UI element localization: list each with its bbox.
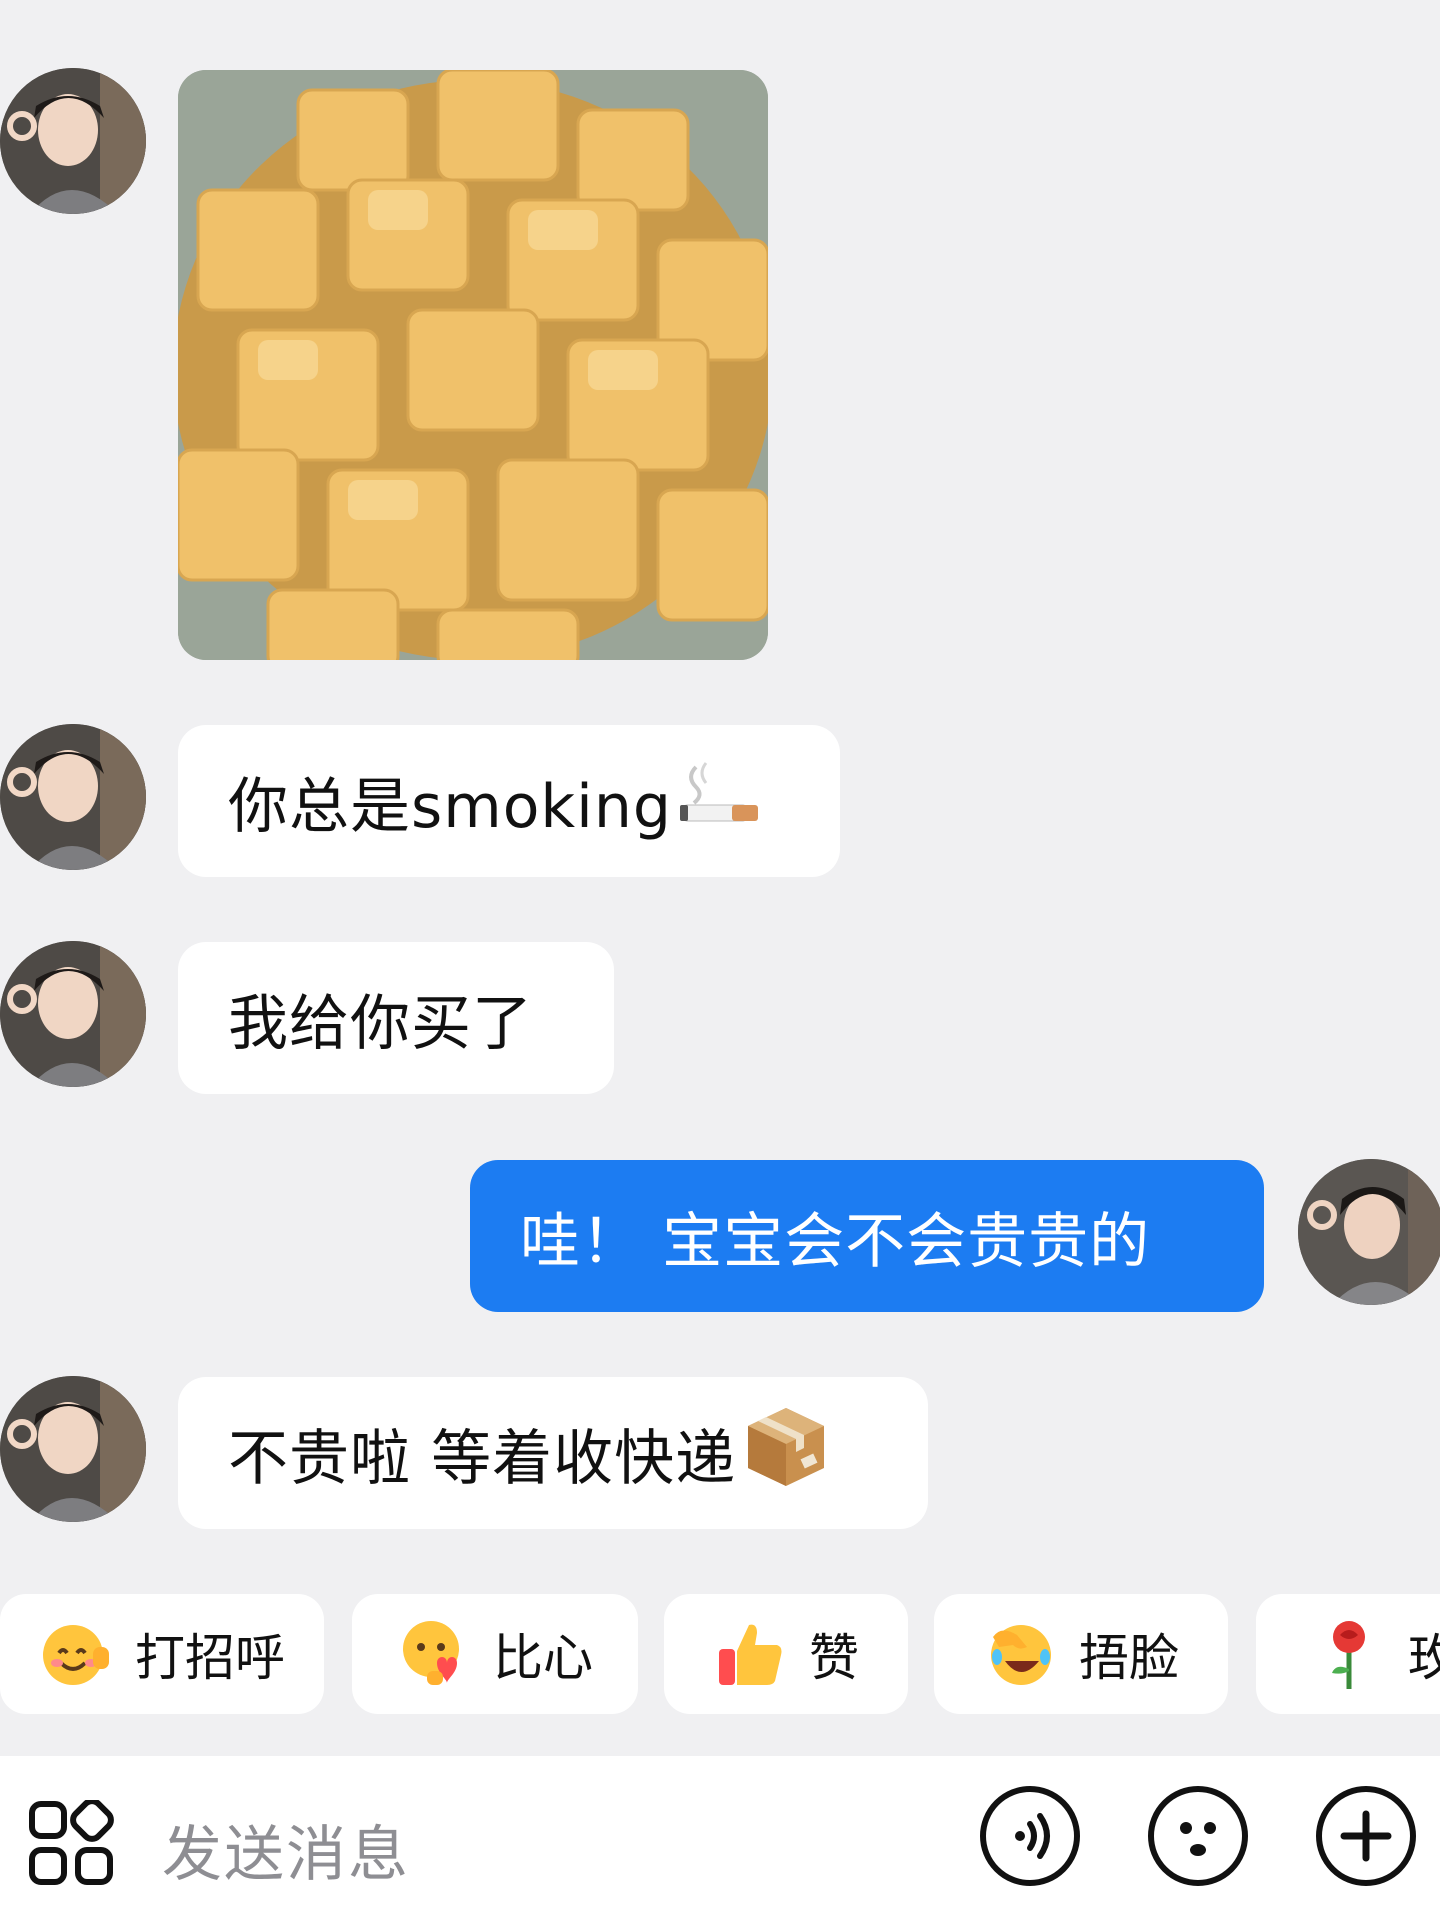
contact-avatar[interactable] [0, 724, 146, 870]
apps-grid-icon[interactable] [28, 1798, 116, 1888]
rose-icon [1312, 1617, 1386, 1691]
plus-icon[interactable] [1316, 1786, 1416, 1886]
contact-avatar[interactable] [0, 941, 146, 1087]
quick-reply-label: 比心 [493, 1629, 593, 1687]
message-text: 哇！ 宝宝会不会贵贵的 [520, 1206, 1151, 1277]
my-message-bubble[interactable]: 哇！ 宝宝会不会贵贵的 [470, 1160, 1264, 1312]
message-bubble[interactable]: 不贵啦 等着收快递 [178, 1377, 928, 1529]
message-bubble[interactable]: 我给你买了 [178, 942, 614, 1094]
quick-reply-bar: 打招呼 比心 赞 捂脸 玫 [0, 1594, 1440, 1714]
contact-avatar[interactable] [0, 1376, 146, 1522]
heart-hands-face-icon [397, 1617, 471, 1691]
quick-reply-label: 捂脸 [1079, 1629, 1179, 1687]
message-text: 不贵啦 等着收快递 [228, 1423, 737, 1494]
emoji-face-icon[interactable] [1148, 1786, 1248, 1886]
thumbs-up-icon [713, 1617, 787, 1691]
my-avatar[interactable] [1298, 1159, 1440, 1305]
cigarette-emoji [678, 759, 764, 844]
facepalm-laughing-icon [983, 1617, 1057, 1691]
quick-reply-rose[interactable]: 玫 [1256, 1594, 1440, 1714]
message-bubble[interactable]: 你总是smoking [178, 725, 840, 877]
waving-face-icon [39, 1617, 113, 1691]
message-input[interactable]: 发送消息 [162, 1806, 410, 1893]
message-input-bar: 发送消息 [0, 1756, 1440, 1921]
package-emoji [744, 1404, 828, 1503]
quick-reply-label: 赞 [809, 1629, 859, 1687]
quick-reply-wave[interactable]: 打招呼 [0, 1594, 324, 1714]
image-message[interactable] [178, 70, 768, 660]
message-text: 你总是smoking [228, 771, 672, 842]
message-text: 我给你买了 [228, 988, 533, 1059]
quick-reply-label: 玫 [1408, 1629, 1440, 1687]
quick-reply-facepalm[interactable]: 捂脸 [934, 1594, 1228, 1714]
contact-avatar[interactable] [0, 68, 146, 214]
voice-icon[interactable] [980, 1786, 1080, 1886]
quick-reply-heart[interactable]: 比心 [352, 1594, 638, 1714]
quick-reply-label: 打招呼 [135, 1629, 285, 1687]
quick-reply-like[interactable]: 赞 [664, 1594, 908, 1714]
